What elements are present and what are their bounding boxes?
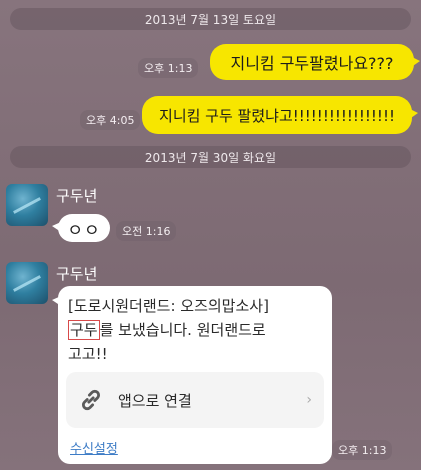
message-text: 지니킴 구두팔렸나요??? <box>230 54 394 73</box>
card-line-rest: 를 보냈습니다. 원더랜드로 <box>99 321 266 339</box>
link-chain-icon <box>81 389 101 411</box>
avatar[interactable] <box>6 184 48 226</box>
avatar[interactable] <box>6 262 48 304</box>
receive-settings-link[interactable]: 수신설정 <box>70 438 118 457</box>
message-time: 오후 1:13 <box>138 58 199 78</box>
message-time: 오전 1:16 <box>116 221 177 241</box>
message-time: 오후 4:05 <box>80 110 141 130</box>
gift-card-message[interactable]: [도로시원더랜드: 오즈의맙소사] 구두 를 보냈습니다. 원더랜드로 고고!! … <box>52 286 332 464</box>
sender-name: 구두년 <box>56 265 98 283</box>
chevron-right-icon: › <box>306 392 312 408</box>
open-app-label: 앱으로 연결 <box>118 391 192 410</box>
card-line: [도로시원더랜드: 오즈의맙소사] <box>68 297 269 315</box>
sent-message[interactable]: 지니킴 구두팔렸나요??? <box>210 44 420 80</box>
message-time: 오후 1:13 <box>332 440 393 460</box>
date-divider: 2013년 7월 13일 토요일 <box>10 8 411 30</box>
sent-message[interactable]: 지니킴 구두 팔렸냐고!!!!!!!!!!!!!!!!! <box>142 96 418 134</box>
highlighted-word: 구두 <box>68 320 100 340</box>
card-line: 고고!! <box>68 345 108 363</box>
open-app-button[interactable]: 앱으로 연결 › <box>66 372 324 428</box>
message-text: ㅇㅇ <box>67 220 101 241</box>
sender-name: 구두년 <box>56 187 98 205</box>
received-message[interactable]: ㅇㅇ <box>52 214 110 242</box>
date-divider-text: 2013년 7월 13일 토요일 <box>144 12 277 27</box>
chat-room[interactable]: 2013년 7월 13일 토요일 오후 1:13 지니킴 구두팔렸나요??? 오… <box>0 0 421 470</box>
date-divider-text: 2013년 7월 30일 화요일 <box>144 150 277 165</box>
card-line: 구두 를 보냈습니다. 원더랜드로 <box>68 318 322 342</box>
message-text: 지니킴 구두 팔렸냐고!!!!!!!!!!!!!!!!! <box>159 106 395 125</box>
date-divider: 2013년 7월 30일 화요일 <box>10 146 411 168</box>
card-text: [도로시원더랜드: 오즈의맙소사] 구두 를 보냈습니다. 원더랜드로 고고!! <box>68 294 322 366</box>
